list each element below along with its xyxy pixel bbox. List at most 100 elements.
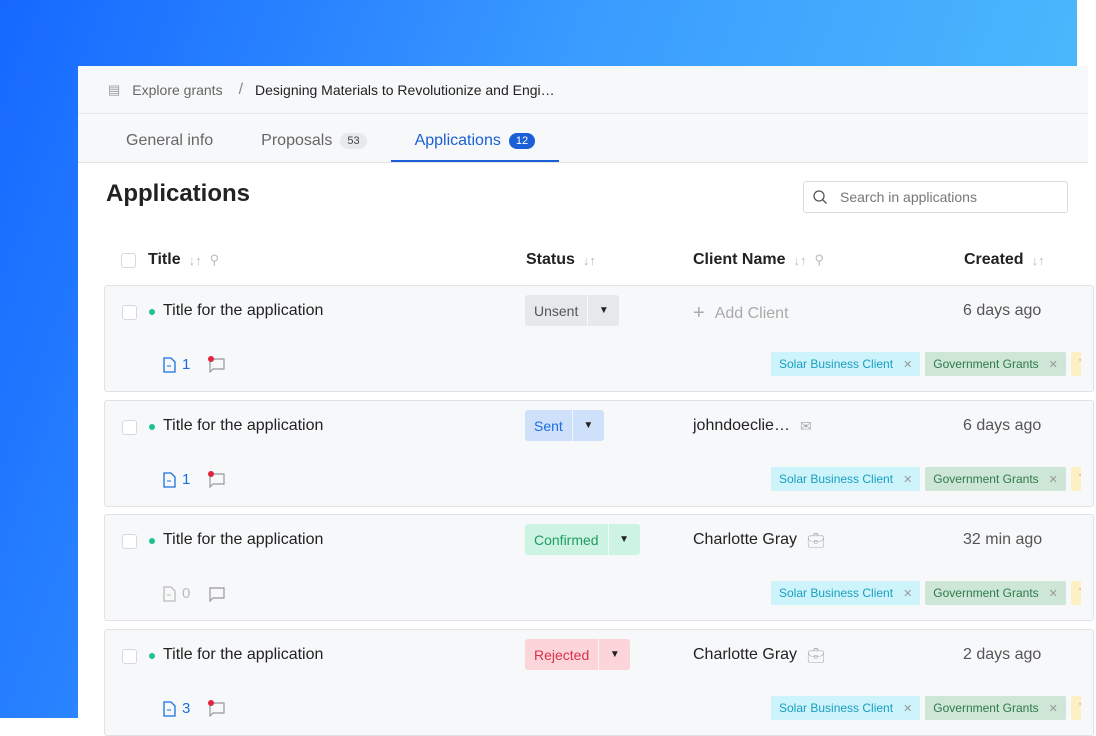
row-checkbox[interactable] [122, 420, 137, 435]
status-dot [149, 538, 155, 544]
document-icon [163, 700, 176, 717]
row-checkbox[interactable] [122, 305, 137, 320]
tab-applications[interactable]: Applications 12 [390, 132, 560, 162]
tag-list: Solar Business Client ✕ Government Grants… [771, 696, 1081, 720]
tag[interactable]: Tag [1070, 581, 1081, 605]
tab-label: Proposals [261, 132, 333, 149]
tag-list: Solar Business Client ✕ Government Grants… [771, 352, 1081, 376]
select-all-checkbox[interactable] [121, 252, 136, 268]
status-dropdown[interactable]: Rejected ▼ [525, 639, 631, 670]
sort-icon[interactable]: ↓↑ [583, 253, 596, 268]
close-icon[interactable]: ✕ [903, 473, 912, 486]
row-checkbox[interactable] [122, 649, 137, 664]
status-label: Sent [534, 417, 563, 434]
tag[interactable]: Solar Business Client ✕ [771, 467, 921, 491]
comment-icon[interactable] [208, 699, 226, 717]
tab-label: Applications [414, 132, 501, 149]
sort-icon[interactable]: ↓↑ [189, 253, 202, 268]
row-checkbox[interactable] [122, 534, 137, 549]
status-dropdown[interactable]: Unsent ▼ [525, 295, 620, 326]
status-dot [149, 309, 155, 315]
document-icon [163, 585, 176, 602]
tag[interactable]: Solar Business Client ✕ [771, 581, 921, 605]
close-icon[interactable]: ✕ [1049, 473, 1058, 486]
sort-icon[interactable]: ↓↑ [1032, 253, 1045, 268]
chevron-down-icon[interactable]: ▼ [587, 295, 619, 326]
documents-link[interactable]: 1 [163, 471, 190, 488]
document-count: 3 [182, 700, 191, 717]
search-icon[interactable]: ⚲ [210, 252, 220, 268]
client-name[interactable]: Charlotte Gray [693, 531, 797, 549]
document-count: 1 [182, 471, 191, 488]
search-icon[interactable]: ⚲ [814, 252, 824, 268]
row-meta: 1 [163, 355, 226, 373]
sort-icon[interactable]: ↓↑ [793, 253, 806, 268]
row-title[interactable]: Title for the application [163, 417, 323, 435]
documents-link[interactable]: 1 [163, 356, 190, 373]
close-icon[interactable]: ✕ [1049, 587, 1058, 600]
table-row[interactable]: Title for the application Confirmed ▼ Cha… [104, 514, 1094, 621]
breadcrumb-root[interactable]: Explore grants [132, 82, 222, 98]
client-cell: Charlotte Gray 💼︎ [693, 646, 825, 664]
table-row[interactable]: Title for the application Sent ▼ johndoec… [104, 400, 1094, 507]
briefcase-icon: 💼︎ [807, 646, 825, 663]
tag[interactable]: Government Grants ✕ [925, 467, 1066, 491]
tag[interactable]: Government Grants ✕ [925, 352, 1066, 376]
chevron-down-icon[interactable]: ▼ [607, 524, 640, 555]
chevron-down-icon[interactable]: ▼ [598, 639, 630, 670]
tag[interactable]: Government Grants ✕ [925, 696, 1066, 720]
count-badge: 53 [340, 133, 367, 149]
close-icon[interactable]: ✕ [903, 358, 912, 371]
tab-label: General info [126, 132, 214, 149]
tag[interactable]: Government Grants ✕ [925, 581, 1066, 605]
breadcrumb-separator: / [238, 80, 244, 98]
comment-icon[interactable] [208, 355, 226, 373]
client-cell: johndoeclie… ✉ [693, 417, 812, 435]
row-title[interactable]: Title for the application [163, 302, 323, 320]
row-meta: 1 [163, 470, 226, 488]
documents-link[interactable]: 3 [163, 700, 190, 717]
close-icon[interactable]: ✕ [903, 587, 912, 600]
breadcrumb-current: Designing Materials to Revolutionize and… [255, 81, 555, 98]
client-name: Add Client [714, 304, 789, 322]
column-status: Status [526, 251, 575, 268]
table-row[interactable]: Title for the application Unsent ▼ + Add C… [104, 285, 1094, 392]
column-created: Created [964, 251, 1024, 268]
client-name[interactable]: Charlotte Gray [693, 646, 797, 664]
tag[interactable]: Solar Business Client ✕ [771, 696, 921, 720]
tag[interactable]: Tag [1070, 352, 1081, 376]
search-input[interactable]: Search in applications [803, 181, 1068, 213]
comment-icon[interactable] [208, 586, 226, 602]
status-label: Rejected [534, 646, 590, 663]
chevron-down-icon[interactable]: ▼ [571, 410, 604, 441]
tab-proposals[interactable]: Proposals 53 [237, 132, 390, 162]
close-icon[interactable]: ✕ [903, 702, 912, 715]
comment-icon[interactable] [208, 470, 226, 488]
row-meta: 0 [163, 585, 226, 602]
app-window: ▤ Explore grants / Designing Materials t… [78, 66, 1094, 736]
close-icon[interactable]: ✕ [1049, 358, 1058, 371]
tag[interactable]: Tag [1070, 467, 1081, 491]
add-client-button[interactable]: + Add Client [693, 302, 789, 325]
mail-icon: ✉ [799, 417, 812, 434]
status-dropdown[interactable]: Sent ▼ [525, 410, 604, 441]
tag-label: Government Grants [933, 357, 1039, 371]
unread-dot [208, 355, 215, 362]
column-title: Title [148, 251, 181, 268]
row-meta: 3 [163, 699, 226, 717]
status-label: Confirmed [534, 531, 599, 548]
close-icon[interactable]: ✕ [1049, 702, 1058, 715]
table-row[interactable]: Title for the application Rejected ▼ Char… [104, 629, 1094, 736]
row-title[interactable]: Title for the application [163, 531, 323, 549]
tag[interactable]: Tag [1070, 696, 1081, 720]
status-dropdown[interactable]: Confirmed ▼ [525, 524, 640, 555]
created-time: 6 days ago [963, 302, 1042, 319]
tab-general-info[interactable]: General info [102, 132, 237, 162]
client-name[interactable]: johndoeclie… [693, 417, 790, 435]
documents-link[interactable]: 0 [163, 585, 190, 602]
tag[interactable]: Solar Business Client ✕ [771, 352, 921, 376]
status-dot [149, 653, 155, 659]
tag-label: Solar Business Client [779, 472, 894, 486]
row-title[interactable]: Title for the application [163, 646, 323, 664]
tag-list: Solar Business Client ✕ Government Grants… [771, 581, 1081, 605]
